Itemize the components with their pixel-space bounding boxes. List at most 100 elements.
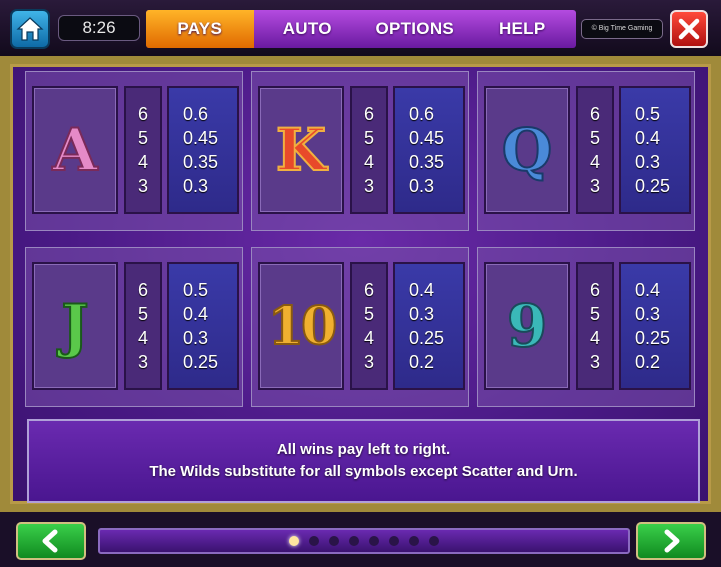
payout-value: 0.25 <box>635 328 671 348</box>
payout-values: 0.4 0.3 0.25 0.2 <box>393 262 465 390</box>
pay-group-k: K 6 5 4 3 0.6 0.45 0.35 0.3 <box>251 71 469 231</box>
tab-help[interactable]: HELP <box>469 10 577 48</box>
count-value: 6 <box>589 104 600 124</box>
count-value: 6 <box>137 104 148 124</box>
payout-value: 0.25 <box>183 352 219 372</box>
symbol-10: 10 <box>267 295 338 358</box>
count-value: 5 <box>137 128 148 148</box>
rules-line-1: All wins pay left to right. <box>276 441 451 458</box>
payout-value: 0.3 <box>635 304 661 324</box>
count-value: 3 <box>137 176 148 196</box>
payout-values: 0.4 0.3 0.25 0.2 <box>619 262 691 390</box>
count-value: 4 <box>589 328 600 348</box>
payout-value: 0.4 <box>409 280 435 300</box>
payout-value: 0.3 <box>183 328 209 348</box>
payout-value: 0.3 <box>635 152 661 172</box>
page-indicator <box>98 528 630 554</box>
symbol-9: 9 <box>506 291 548 361</box>
payout-value: 0.5 <box>183 280 209 300</box>
payout-value: 0.5 <box>635 104 661 124</box>
count-value: 5 <box>589 304 600 324</box>
match-counts: 6 5 4 3 <box>350 86 388 214</box>
count-value: 6 <box>137 280 148 300</box>
payout-values: 0.6 0.45 0.35 0.3 <box>393 86 465 214</box>
payout-value: 0.3 <box>409 176 435 196</box>
tab-pays[interactable]: PAYS <box>146 10 254 48</box>
payout-value: 0.35 <box>183 152 219 172</box>
payout-value: 0.3 <box>183 176 209 196</box>
bottom-bar <box>0 512 721 567</box>
pay-group-9: 9 6 5 4 3 0.4 0.3 0.25 0.2 <box>477 247 695 407</box>
payout-value: 0.25 <box>409 328 445 348</box>
count-value: 6 <box>589 280 600 300</box>
page-dot[interactable] <box>369 536 379 546</box>
match-counts: 6 5 4 3 <box>350 262 388 390</box>
clock: 8:26 <box>58 15 140 41</box>
symbol-tile: 10 <box>258 262 344 390</box>
paytable-panel: A 6 5 4 3 0.6 0.45 0.35 0.3 K 6 5 4 3 0.… <box>10 64 711 504</box>
count-value: 3 <box>589 176 600 196</box>
close-button[interactable] <box>670 10 708 48</box>
payout-values: 0.6 0.45 0.35 0.3 <box>167 86 239 214</box>
symbol-tile: 9 <box>484 262 570 390</box>
match-counts: 6 5 4 3 <box>576 86 614 214</box>
page-dots <box>100 530 628 552</box>
rules-info-box: All wins pay left to right. The Wilds su… <box>27 419 700 503</box>
previous-page-button[interactable] <box>16 522 86 560</box>
page-dot-active[interactable] <box>289 536 299 546</box>
count-value: 4 <box>589 152 600 172</box>
payout-values: 0.5 0.4 0.3 0.25 <box>619 86 691 214</box>
match-counts: 6 5 4 3 <box>124 86 162 214</box>
count-value: 5 <box>589 128 600 148</box>
arrow-right-icon <box>664 529 680 553</box>
page-dot[interactable] <box>349 536 359 546</box>
pay-group-j: J 6 5 4 3 0.5 0.4 0.3 0.25 <box>25 247 243 407</box>
arrow-left-icon <box>42 529 58 553</box>
symbol-tile: K <box>258 86 344 214</box>
pay-group-q: Q 6 5 4 3 0.5 0.4 0.3 0.25 <box>477 71 695 231</box>
count-value: 3 <box>363 352 374 372</box>
close-icon <box>678 18 700 40</box>
tab-options[interactable]: OPTIONS <box>361 10 469 48</box>
symbol-tile: J <box>32 262 118 390</box>
symbol-a: A <box>51 115 98 185</box>
symbol-j: J <box>60 291 89 361</box>
payout-value: 0.25 <box>635 176 671 196</box>
pay-group-10: 10 6 5 4 3 0.4 0.3 0.25 0.2 <box>251 247 469 407</box>
symbol-tile: Q <box>484 86 570 214</box>
page-dot[interactable] <box>309 536 319 546</box>
page-dot[interactable] <box>329 536 339 546</box>
brand-logo: © Big Time Gaming <box>581 19 663 39</box>
count-value: 3 <box>363 176 374 196</box>
bamboo-frame: A 6 5 4 3 0.6 0.45 0.35 0.3 K 6 5 4 3 0.… <box>0 56 721 512</box>
home-icon <box>16 17 44 41</box>
rules-line-2: The Wilds substitute for all symbols exc… <box>149 463 578 480</box>
payout-value: 0.4 <box>635 280 661 300</box>
payout-value: 0.35 <box>409 152 445 172</box>
count-value: 5 <box>363 128 374 148</box>
payout-value: 0.3 <box>409 304 435 324</box>
count-value: 4 <box>137 328 148 348</box>
count-value: 4 <box>137 152 148 172</box>
payout-value: 0.4 <box>635 128 661 148</box>
count-value: 3 <box>137 352 148 372</box>
tab-bar: PAYS AUTO OPTIONS HELP <box>146 10 576 48</box>
count-value: 4 <box>363 328 374 348</box>
count-value: 4 <box>363 152 374 172</box>
page-dot[interactable] <box>429 536 439 546</box>
symbol-k: K <box>275 115 327 185</box>
count-value: 5 <box>137 304 148 324</box>
tab-auto[interactable]: AUTO <box>254 10 362 48</box>
payout-value: 0.2 <box>635 352 661 372</box>
count-value: 3 <box>589 352 600 372</box>
match-counts: 6 5 4 3 <box>124 262 162 390</box>
home-button[interactable] <box>10 9 50 49</box>
count-value: 6 <box>363 104 374 124</box>
match-counts: 6 5 4 3 <box>576 262 614 390</box>
top-bar: 8:26 PAYS AUTO OPTIONS HELP © Big Time G… <box>0 0 721 56</box>
page-dot[interactable] <box>389 536 399 546</box>
next-page-button[interactable] <box>636 522 706 560</box>
count-value: 6 <box>363 280 374 300</box>
payout-values: 0.5 0.4 0.3 0.25 <box>167 262 239 390</box>
page-dot[interactable] <box>409 536 419 546</box>
